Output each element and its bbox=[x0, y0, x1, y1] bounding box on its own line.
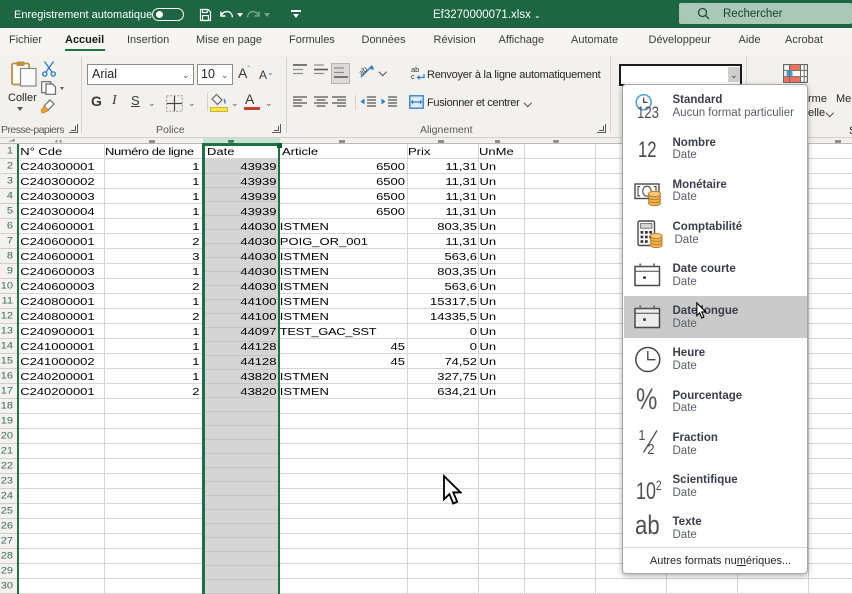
svg-text:2: 2 bbox=[647, 440, 654, 455]
svg-text:1: 1 bbox=[638, 428, 645, 443]
svg-text:ab: ab bbox=[359, 64, 370, 77]
